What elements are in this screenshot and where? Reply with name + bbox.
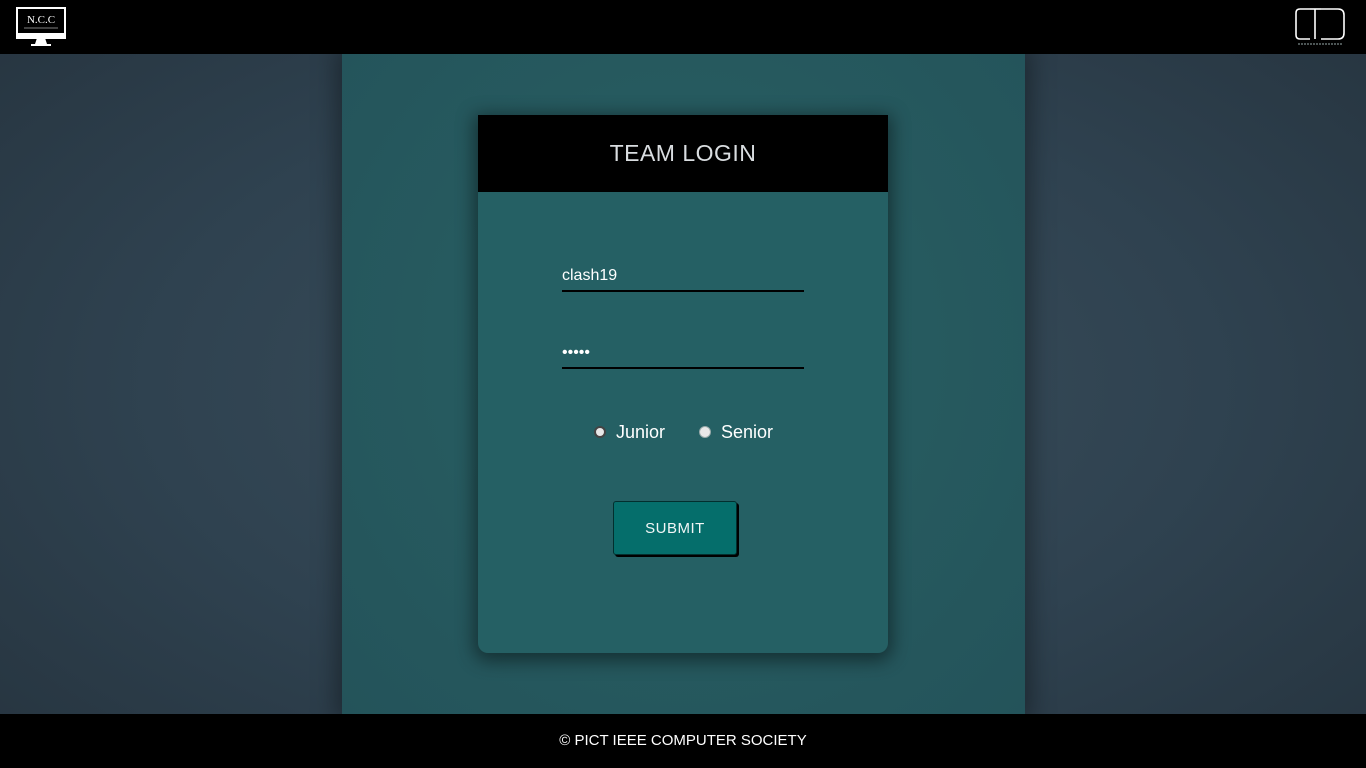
monitor-logo-icon: N.C.C: [16, 7, 66, 46]
radio-senior-button[interactable]: [699, 426, 711, 438]
main-panel: TEAM LOGIN Junior Senior SUBMIT: [342, 54, 1025, 714]
radio-junior-label: Junior: [616, 421, 666, 442]
username-field[interactable]: [562, 262, 804, 292]
login-card: TEAM LOGIN Junior Senior SUBMIT: [478, 115, 888, 653]
radio-senior[interactable]: Senior: [699, 420, 773, 444]
ncc-logo[interactable]: N.C.C: [16, 7, 66, 47]
login-title: TEAM LOGIN: [478, 115, 888, 192]
radio-junior-button[interactable]: [594, 426, 606, 438]
radio-junior[interactable]: Junior: [594, 420, 665, 444]
password-field[interactable]: [562, 339, 804, 369]
top-navbar: N.C.C: [0, 0, 1366, 54]
ncc-logo-text: N.C.C: [27, 14, 55, 26]
footer-copyright: © PICT IEEE COMPUTER SOCIETY: [0, 714, 1366, 768]
radio-senior-label: Senior: [721, 421, 774, 442]
submit-button[interactable]: SUBMIT: [613, 501, 737, 555]
credenz-logo-icon: [1295, 8, 1345, 45]
credenz-logo[interactable]: [1294, 7, 1346, 47]
